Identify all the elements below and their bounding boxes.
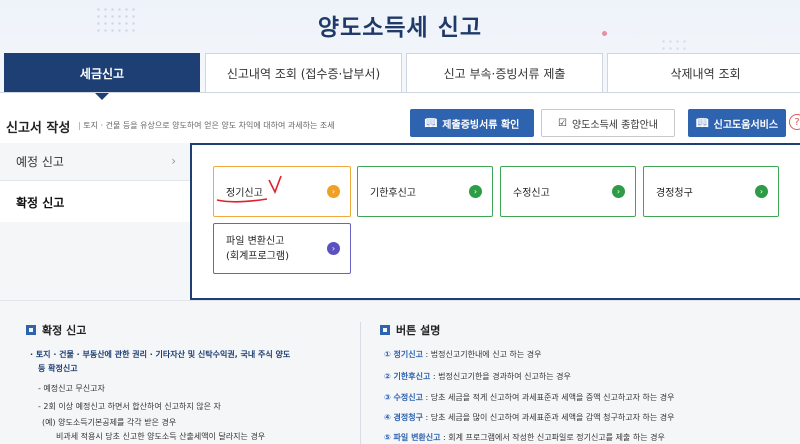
arrow-right-icon: › [327, 185, 340, 198]
bullet-icon: | [78, 121, 81, 130]
arrow-right-icon: › [327, 242, 340, 255]
help-icon[interactable]: ? [789, 114, 800, 130]
confirm-line: (예) 양도소득기본공제를 각각 받은 경우 [42, 418, 177, 427]
late-report-button[interactable]: 기한후신고 › [357, 166, 493, 217]
check-stroke [268, 175, 282, 194]
button-desc-title: 버튼 설명 [380, 322, 440, 338]
confirm-line: - 예정신고 무신고자 [38, 384, 105, 393]
guide-button[interactable]: ☑ 양도소득세 종합안내 [541, 109, 675, 137]
arrow-right-icon: › [612, 185, 625, 198]
button-desc-item: ③ 수정신고 : 당초 세금을 적게 신고하여 과세표준과 세액을 증액 신고하… [384, 393, 675, 402]
square-bullet-icon [26, 325, 36, 335]
confirm-line: 비과세 적용시 당초 신고한 양도소득 산출세액이 달라지는 경우 [56, 432, 266, 441]
button-desc-item: ② 기한후신고 : 법정신고기한을 경과하여 신고하는 경우 [384, 372, 571, 381]
button-desc-item: ① 정기신고 : 법정신고기한내에 신고 하는 경우 [384, 350, 542, 359]
square-bullet-icon [380, 325, 390, 335]
section-description: | 토지 · 건물 등을 유상으로 양도하여 얻은 양도 차익에 대하여 과세하… [78, 121, 335, 130]
confirm-line: 등 확정신고 [38, 364, 78, 373]
correction-claim-button[interactable]: 경정청구 › [643, 166, 779, 217]
tab-deleted-history[interactable]: 삭제내역 조회 [607, 53, 800, 93]
confirm-line: · 토지 · 건물 · 부동산에 관한 권리 · 기타자산 및 신탁수익권, 국… [30, 350, 291, 359]
red-annotation-mark [216, 175, 282, 203]
tab-divider [0, 92, 800, 93]
page-title: 양도소득세 신고 [317, 15, 483, 41]
sidebar-item-final[interactable]: 확정 신고 [0, 183, 190, 221]
evidence-check-button[interactable]: 📖︎ 제출증빙서류 확인 [410, 109, 534, 137]
arrow-right-icon: › [469, 185, 482, 198]
file-conversion-report-button[interactable]: 파일 변환신고 (회계프로그램) › [213, 223, 351, 274]
help-service-button[interactable]: 📖︎ 신고도움서비스 [688, 109, 786, 137]
arrow-right-icon: › [755, 185, 768, 198]
confirm-line: - 2회 이상 예정신고 하면서 합산하여 신고하지 않은 자 [38, 402, 221, 411]
confirm-section-title: 확정 신고 [26, 322, 86, 338]
book-icon: 📖︎ [424, 117, 438, 129]
chevron-right-icon: › [171, 154, 176, 168]
column-divider [360, 322, 361, 444]
button-desc-item: ⑤ 파일 변환신고 : 회계 프로그램에서 작성한 신고파일로 정기신고를 제출… [384, 433, 665, 442]
tab-tax-report[interactable]: 세금신고 [4, 53, 200, 100]
book-icon: 📖︎ [695, 117, 709, 129]
button-desc-item: ④ 경정청구 : 당초 세금을 많이 신고하여 과세표준과 세액을 감액 청구하… [384, 413, 675, 422]
tab-report-history[interactable]: 신고내역 조회 (접수증·납부서) [205, 53, 402, 93]
sidebar-background [0, 222, 190, 300]
amended-report-button[interactable]: 수정신고 › [500, 166, 636, 217]
tab-attachments[interactable]: 신고 부속·증빙서류 제출 [406, 53, 603, 93]
main-tabs: 세금신고 신고내역 조회 (접수증·납부서) 신고 부속·증빙서류 제출 삭제내… [0, 53, 800, 100]
underline-stroke [216, 198, 268, 203]
section-title: 신고서 작성 [6, 121, 71, 136]
sidebar-item-preliminary[interactable]: 예정 신고 › [0, 143, 190, 181]
checkbox-icon: ☑ [558, 117, 567, 129]
